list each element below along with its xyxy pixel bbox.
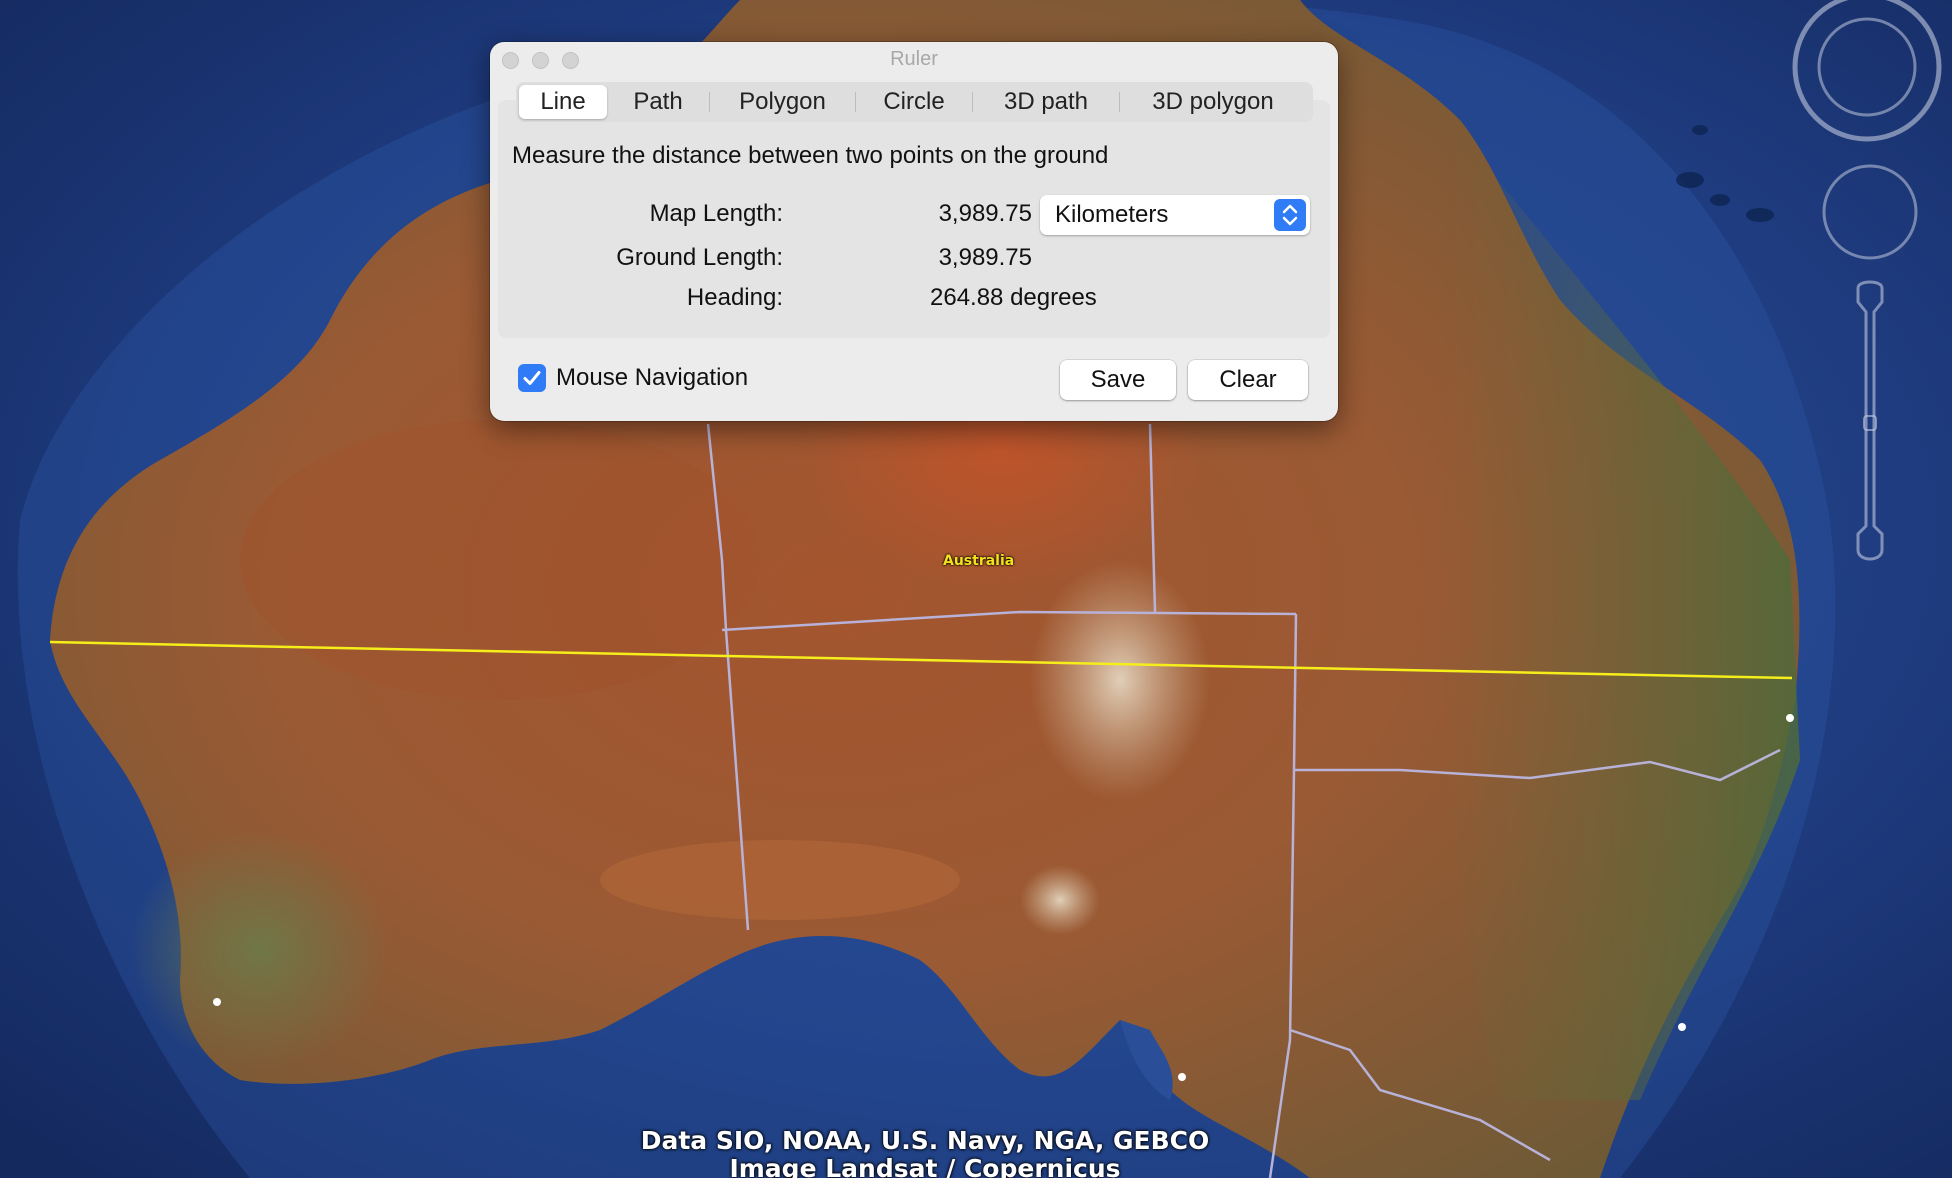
map-attribution: Data SIO, NOAA, U.S. Navy, NGA, GEBCO Im… [0,1127,1850,1178]
heading-value: 264.88 degrees [930,284,1097,311]
mouse-navigation-label: Mouse Navigation [556,364,749,391]
map-length-label: Map Length: [649,200,783,227]
mouse-navigation-toggle[interactable]: Mouse Navigation [518,364,748,392]
unit-select-value: Kilometers [1055,201,1169,228]
look-joystick-icon[interactable] [1820,162,1920,262]
nullarbor [600,840,960,920]
heading-label: Heading: [686,284,783,311]
ruler-window[interactable]: Ruler Line Path Polygon Circle 3D path 3… [490,42,1338,421]
compass-ring-icon[interactable] [1792,0,1942,142]
checkmark-icon [523,371,541,385]
lake-eyre-basin [1030,560,1210,800]
mouse-navigation-checkbox[interactable] [518,364,546,392]
tab-line[interactable]: Line [519,85,607,119]
tab-circle[interactable]: Circle [856,85,972,119]
tab-3d-path[interactable]: 3D path [973,85,1119,119]
attribution-data: Data SIO, NOAA, U.S. Navy, NGA, GEBCO [640,1126,1210,1155]
unit-select[interactable]: Kilometers [1040,195,1310,235]
ruler-tabbar: Line Path Polygon Circle 3D path 3D poly… [516,82,1313,122]
salt-lake [1020,865,1100,935]
ground-length-label: Ground Length: [616,244,783,271]
clear-button[interactable]: Clear [1188,360,1308,400]
attribution-imagery: Image Landsat / Copernicus [729,1154,1121,1178]
google-earth-view[interactable]: Australia Data SIO, NOAA, U.S. Navy, NGA… [0,0,1952,1178]
tab-3d-polygon[interactable]: 3D polygon [1120,85,1306,119]
tab-polygon[interactable]: Polygon [710,85,855,119]
save-button[interactable]: Save [1060,360,1176,400]
ground-length-value: 3,989.75 [938,244,1032,271]
chevron-up-down-icon [1274,199,1306,231]
southwest-vegetation [130,830,390,1070]
window-title: Ruler [890,48,938,70]
western-desert [240,420,760,700]
window-titlebar[interactable]: Ruler [490,42,1338,78]
ruler-description: Measure the distance between two points … [512,142,1109,169]
zoom-slider-icon[interactable] [1852,276,1888,566]
place-label-australia[interactable]: Australia [943,553,1014,569]
tab-path[interactable]: Path [607,85,709,119]
map-length-value: 3,989.75 [938,200,1032,227]
